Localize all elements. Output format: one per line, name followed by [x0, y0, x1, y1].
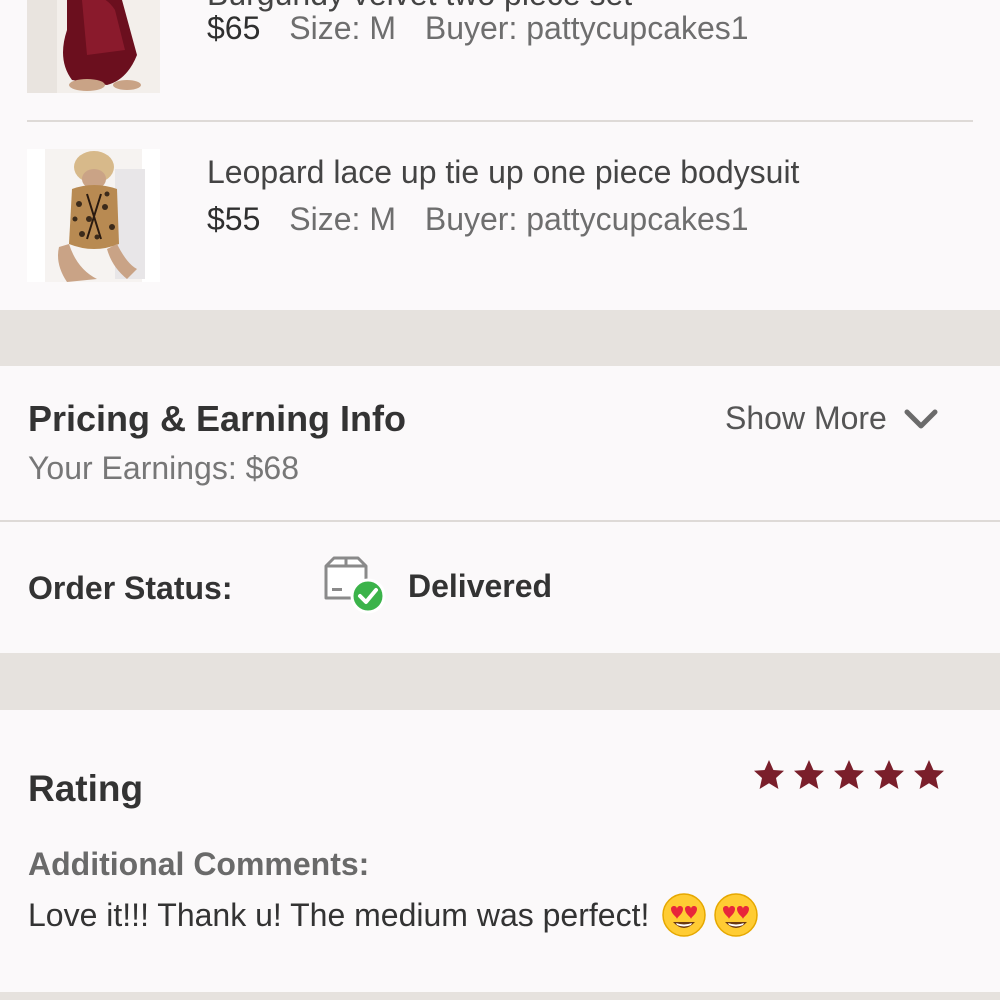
star-icon	[914, 760, 944, 789]
heart-eyes-emoji-icon	[662, 893, 707, 937]
order-status-value: Delivered	[408, 568, 553, 604]
star-icon	[794, 760, 824, 789]
star-icon	[754, 760, 784, 789]
star-icon	[874, 760, 904, 789]
item-buyer: Buyer: pattycupcakes1	[424, 10, 749, 46]
order-item[interactable]: Leopard lace up tie up one piece bodysui…	[0, 146, 1000, 286]
item-price: $65	[207, 10, 261, 46]
item-thumbnail[interactable]	[27, 0, 160, 93]
item-thumbnail[interactable]	[27, 149, 160, 282]
section-separator	[0, 992, 1000, 1000]
earnings-text: Your Earnings: $68	[28, 450, 300, 486]
package-delivered-icon	[324, 556, 386, 614]
item-title: Leopard lace up tie up one piece bodysui…	[207, 154, 800, 190]
rating-title: Rating	[28, 768, 144, 809]
order-status-label: Order Status:	[28, 570, 233, 606]
comment-text-row: Love it!!! Thank u! The medium was perfe…	[28, 892, 759, 938]
show-more-label: Show More	[725, 400, 887, 436]
star-icon	[834, 760, 864, 789]
order-items-panel: Burgundy velvet two piece set $65 Size: …	[0, 0, 1000, 310]
divider	[0, 520, 1000, 522]
comments-label: Additional Comments:	[28, 846, 370, 882]
item-size: Size: M	[289, 201, 396, 237]
divider	[27, 120, 973, 122]
item-buyer: Buyer: pattycupcakes1	[424, 201, 749, 237]
section-separator	[0, 653, 1000, 710]
comment-text: Love it!!! Thank u! The medium was perfe…	[28, 896, 650, 933]
item-meta: $55 Size: M Buyer: pattycupcakes1	[207, 201, 769, 238]
pricing-title: Pricing & Earning Info	[28, 398, 407, 439]
section-separator	[0, 310, 1000, 366]
item-price: $55	[207, 201, 261, 237]
order-item[interactable]: Burgundy velvet two piece set $65 Size: …	[0, 0, 1000, 100]
show-more-button[interactable]: Show More	[725, 400, 939, 437]
rating-panel: Rating Additional Comments: Love it!!! T…	[0, 710, 1000, 992]
item-meta: $65 Size: M Buyer: pattycupcakes1	[207, 10, 769, 47]
pricing-panel: Pricing & Earning Info Your Earnings: $6…	[0, 366, 1000, 653]
heart-eyes-emoji-icon	[714, 893, 759, 937]
chevron-down-icon	[904, 409, 938, 428]
item-size: Size: M	[289, 10, 396, 46]
star-rating	[752, 758, 946, 792]
order-details-page: Burgundy velvet two piece set $65 Size: …	[0, 0, 1000, 1000]
